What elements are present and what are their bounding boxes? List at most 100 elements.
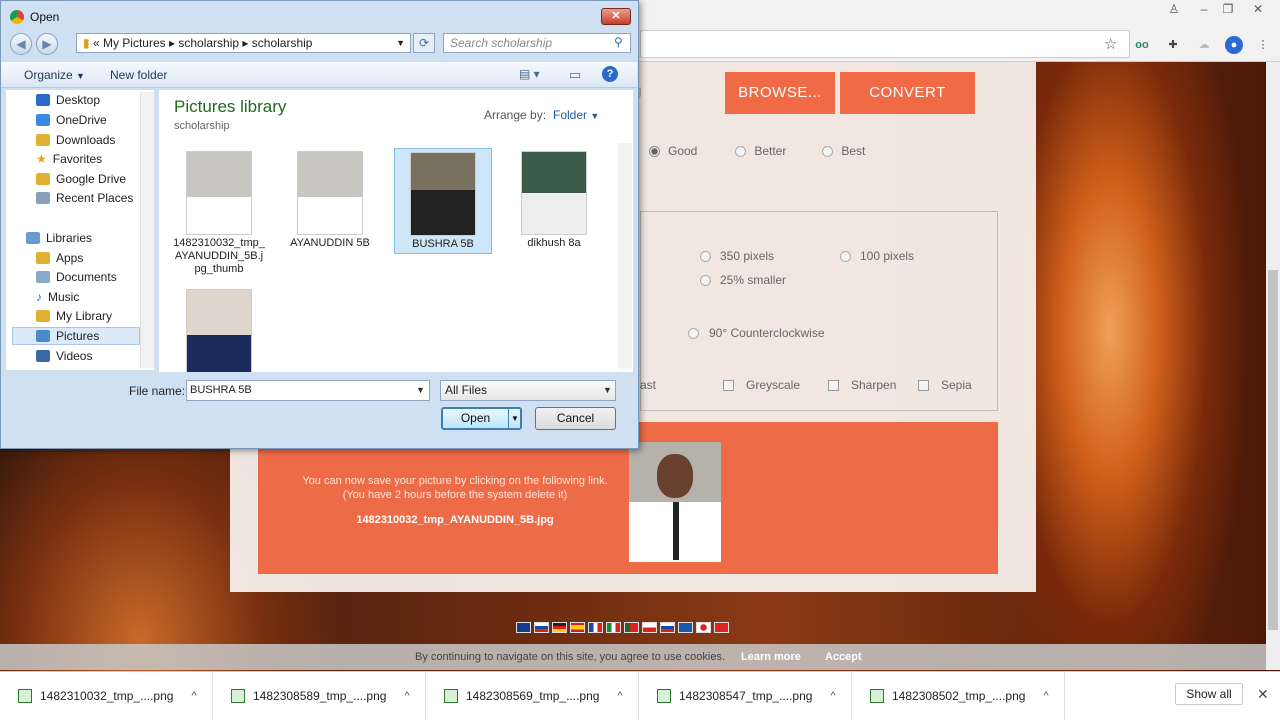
quality-better-radio[interactable] bbox=[735, 145, 747, 157]
profile-extension-icon[interactable]: ● bbox=[1225, 36, 1243, 54]
download-item[interactable]: 1482308502_tmp_....png ^ bbox=[852, 671, 1065, 720]
help-icon[interactable]: ? bbox=[602, 66, 618, 82]
resize-25-option[interactable]: 25% smaller bbox=[700, 273, 786, 287]
nav-item-favorites[interactable]: ★ Favorites bbox=[36, 152, 102, 166]
menu-icon[interactable]: ⋮ bbox=[1254, 36, 1272, 54]
nav-item-apps[interactable]: Apps bbox=[36, 251, 83, 265]
nav-item-my-library[interactable]: My Library bbox=[36, 309, 112, 323]
nav-item-libraries[interactable]: Libraries bbox=[26, 231, 92, 245]
chevron-up-icon[interactable]: ^ bbox=[1043, 690, 1048, 702]
nav-scrollbar[interactable] bbox=[140, 92, 154, 368]
greyscale-checkbox[interactable]: Greyscale bbox=[723, 378, 800, 392]
documents-icon bbox=[36, 271, 50, 283]
breadcrumb[interactable]: ▮ « My Pictures ▸ scholarship ▸ scholars… bbox=[76, 33, 411, 53]
flag-jp-icon[interactable] bbox=[696, 622, 711, 633]
puzzle-icon[interactable]: ✚ bbox=[1164, 36, 1182, 54]
dialog-toolbar bbox=[1, 62, 637, 88]
quality-better-label: Better bbox=[754, 144, 787, 158]
quality-good-label: Good bbox=[668, 144, 698, 158]
nav-item-desktop[interactable]: Desktop bbox=[36, 93, 100, 107]
user-icon[interactable]: ♙ bbox=[1160, 0, 1188, 20]
convert-button[interactable]: CONVERT bbox=[840, 72, 975, 114]
nav-item-google-drive[interactable]: Google Drive bbox=[36, 172, 126, 186]
browse-button[interactable]: BROWSE... bbox=[725, 72, 835, 114]
file-item[interactable]: 1482310032_tmp_ AYANUDDIN_5B.j pg_thumb bbox=[170, 148, 268, 275]
file-item[interactable]: dikhush 8a bbox=[505, 148, 603, 254]
close-shelf-icon[interactable]: ✕ bbox=[1257, 686, 1269, 703]
chevron-up-icon[interactable]: ^ bbox=[617, 690, 622, 702]
file-list-scrollbar[interactable] bbox=[618, 143, 632, 369]
dialog-close-button[interactable]: ✕ bbox=[601, 8, 631, 25]
download-item[interactable]: 1482308589_tmp_....png ^ bbox=[213, 671, 426, 720]
flag-it-icon[interactable] bbox=[606, 622, 621, 633]
breadcrumb-item[interactable]: My Pictures bbox=[103, 36, 166, 50]
flag-de-icon[interactable] bbox=[552, 622, 567, 633]
nav-item-documents[interactable]: Documents bbox=[36, 270, 117, 284]
preview-pane-icon[interactable]: ▭ bbox=[569, 67, 581, 83]
search-input[interactable]: Search scholarship bbox=[443, 33, 631, 53]
arrange-by-dropdown[interactable]: Folder ▼ bbox=[553, 108, 599, 122]
search-icon[interactable]: ⚲ bbox=[614, 35, 623, 49]
show-all-downloads-button[interactable]: Show all bbox=[1175, 683, 1243, 705]
new-folder-button[interactable]: New folder bbox=[110, 68, 167, 82]
nav-item-music[interactable]: ♪ Music bbox=[36, 290, 79, 304]
forward-icon[interactable]: ▶ bbox=[36, 33, 58, 55]
refresh-icon[interactable]: ⟳ bbox=[413, 33, 435, 53]
download-item[interactable]: 1482310032_tmp_....png ^ bbox=[0, 671, 213, 720]
close-window-icon[interactable]: ✕ bbox=[1244, 0, 1272, 20]
back-icon[interactable]: ◀ bbox=[10, 33, 32, 55]
nav-item-videos[interactable]: Videos bbox=[36, 349, 92, 363]
flag-fr-icon[interactable] bbox=[588, 622, 603, 633]
cloud-extension-icon[interactable]: ☁ bbox=[1195, 36, 1213, 54]
flag-uk-icon[interactable] bbox=[516, 622, 531, 633]
flag-cn-icon[interactable] bbox=[714, 622, 729, 633]
download-item[interactable]: 1482308547_tmp_....png ^ bbox=[639, 671, 852, 720]
file-item-selected[interactable]: BUSHRA 5B bbox=[394, 148, 492, 254]
page-scrollbar-thumb[interactable] bbox=[1268, 270, 1278, 630]
view-options-icon[interactable]: ▤ ▾ bbox=[519, 67, 540, 81]
file-type-select[interactable]: All Files bbox=[440, 380, 616, 401]
file-name-label: File name: bbox=[129, 384, 186, 398]
download-item[interactable]: 1482308569_tmp_....png ^ bbox=[426, 671, 639, 720]
extension-icon[interactable]: oo bbox=[1133, 36, 1151, 54]
chevron-up-icon[interactable]: ^ bbox=[404, 690, 409, 702]
flag-pt-icon[interactable] bbox=[624, 622, 639, 633]
sharpen-checkbox[interactable]: Sharpen bbox=[828, 378, 896, 392]
nav-item-pictures[interactable]: Pictures bbox=[36, 329, 99, 343]
chevron-up-icon[interactable]: ^ bbox=[191, 690, 196, 702]
organize-menu[interactable]: Organize ▼ bbox=[24, 68, 85, 82]
flag-sk-icon[interactable] bbox=[534, 622, 549, 633]
file-item[interactable]: AYANUDDIN 5B bbox=[281, 148, 379, 254]
cookie-learn-more-link[interactable]: Learn more bbox=[741, 651, 801, 663]
nav-item-onedrive[interactable]: OneDrive bbox=[36, 113, 107, 127]
flag-es-icon[interactable] bbox=[570, 622, 585, 633]
result-download-link[interactable]: 1482310032_tmp_AYANUDDIN_5B.jpg bbox=[270, 514, 640, 526]
flag-se-icon[interactable] bbox=[678, 622, 693, 633]
file-item[interactable] bbox=[170, 286, 268, 372]
nav-item-downloads[interactable]: Downloads bbox=[36, 133, 115, 147]
chevron-down-icon[interactable]: ▼ bbox=[396, 34, 405, 52]
chevron-down-icon[interactable]: ▼ bbox=[416, 385, 425, 395]
sepia-checkbox[interactable]: Sepia bbox=[918, 378, 972, 392]
star-icon: ★ bbox=[36, 152, 47, 166]
chevron-down-icon[interactable]: ▼ bbox=[603, 385, 612, 395]
chevron-up-icon[interactable]: ^ bbox=[830, 690, 835, 702]
resize-100-option[interactable]: 100 pixels bbox=[840, 249, 914, 263]
open-options-chevron-icon[interactable]: ▼ bbox=[508, 409, 521, 428]
file-name-input[interactable]: BUSHRA 5B bbox=[186, 380, 430, 401]
resize-350-option[interactable]: 350 pixels bbox=[700, 249, 774, 263]
flag-ru-icon[interactable] bbox=[660, 622, 675, 633]
nav-item-recent-places[interactable]: Recent Places bbox=[36, 191, 133, 205]
address-bar[interactable] bbox=[640, 30, 1130, 58]
breadcrumb-item[interactable]: scholarship bbox=[252, 36, 313, 50]
file-name: 1482310032_tmp_ AYANUDDIN_5B.j pg_thumb bbox=[173, 237, 265, 275]
quality-best-radio[interactable] bbox=[822, 145, 834, 157]
quality-good-radio[interactable] bbox=[649, 145, 660, 157]
rotate-ccw-option[interactable]: 90° Counterclockwise bbox=[688, 326, 825, 340]
restore-icon[interactable]: ❐ bbox=[1214, 0, 1242, 20]
cookie-accept-button[interactable]: Accept bbox=[825, 651, 862, 663]
cancel-button[interactable]: Cancel bbox=[535, 407, 616, 430]
bookmark-star-icon[interactable]: ☆ bbox=[1104, 35, 1117, 53]
breadcrumb-item[interactable]: scholarship bbox=[178, 36, 239, 50]
flag-pl-icon[interactable] bbox=[642, 622, 657, 633]
